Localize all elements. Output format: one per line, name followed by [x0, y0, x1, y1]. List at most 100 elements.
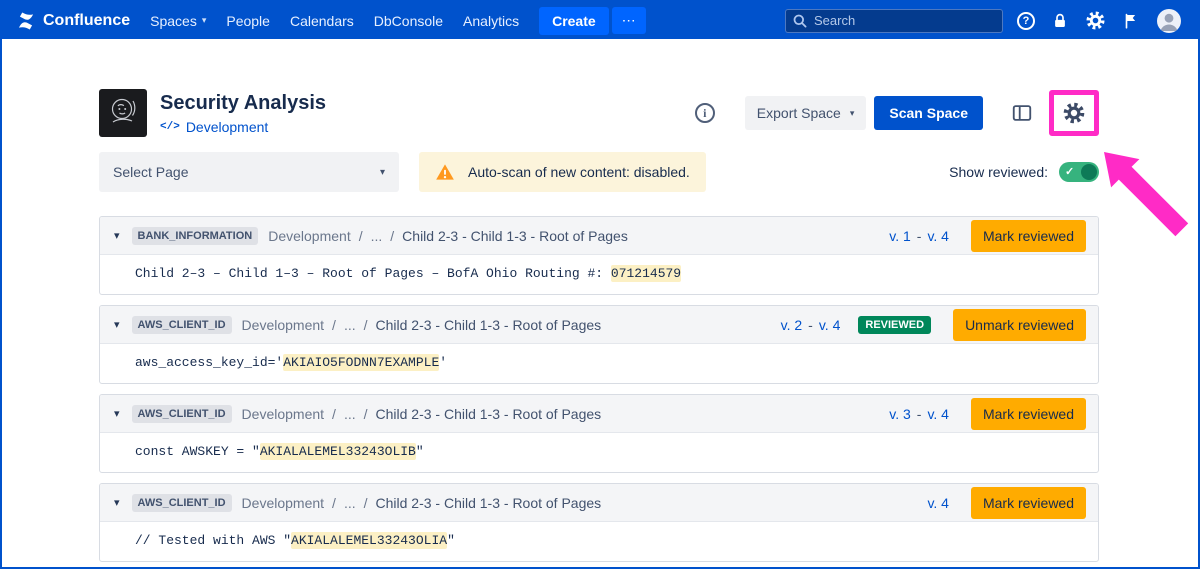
- avatar-icon: [1156, 8, 1182, 34]
- finding-header: ▾ AWS_CLIENT_ID Development / ... / Chil…: [100, 306, 1098, 344]
- mark-reviewed-button[interactable]: Mark reviewed: [971, 220, 1086, 252]
- mark-reviewed-button[interactable]: Mark reviewed: [971, 487, 1086, 519]
- autoscan-warning-banner: Auto-scan of new content: disabled.: [419, 152, 706, 192]
- product-name: Confluence: [43, 12, 130, 30]
- breadcrumb-page[interactable]: Child 2-3 - Child 1-3 - Root of Pages: [376, 495, 602, 511]
- breadcrumb-separator: /: [364, 406, 368, 422]
- chevron-down-icon[interactable]: ▾: [112, 496, 122, 509]
- version-from-link[interactable]: v. 2: [781, 317, 803, 333]
- page: { "colors": { "nav_bar": "#0052CC", "cre…: [0, 0, 1200, 569]
- version-range: v. 3 - v. 4: [889, 406, 949, 422]
- title-block: Security Analysis </> Development: [160, 91, 326, 135]
- lock-button[interactable]: [1051, 12, 1069, 30]
- search-input[interactable]: [785, 9, 1003, 33]
- code-text: // Tested with AWS ": [135, 533, 291, 548]
- nav-item-label: Analytics: [463, 13, 519, 29]
- breadcrumb-separator: /: [364, 495, 368, 511]
- version-to-link[interactable]: v. 4: [819, 317, 841, 333]
- header-icon-buttons: [1007, 90, 1099, 136]
- breadcrumb-ellipsis[interactable]: ...: [344, 317, 356, 333]
- toggle-knob: [1081, 164, 1097, 180]
- breadcrumb-page[interactable]: Child 2-3 - Child 1-3 - Root of Pages: [402, 228, 628, 244]
- finding-type-badge: AWS_CLIENT_ID: [132, 494, 232, 512]
- breadcrumb-space[interactable]: Development: [242, 495, 325, 511]
- code-icon: </>: [160, 121, 180, 133]
- version-dash: -: [917, 228, 922, 244]
- breadcrumb-separator: /: [332, 406, 336, 422]
- space-avatar[interactable]: [99, 89, 147, 137]
- mark-reviewed-button[interactable]: Mark reviewed: [971, 398, 1086, 430]
- breadcrumb: Development / ... / Child 2-3 - Child 1-…: [242, 495, 602, 511]
- breadcrumb-page[interactable]: Child 2-3 - Child 1-3 - Root of Pages: [376, 406, 602, 422]
- version-range: v. 1 - v. 4: [889, 228, 949, 244]
- info-icon[interactable]: i: [695, 103, 715, 123]
- create-button[interactable]: Create: [539, 7, 609, 35]
- breadcrumb-space[interactable]: Development: [242, 406, 325, 422]
- nav-item-calendars[interactable]: Calendars: [280, 7, 364, 35]
- breadcrumb-ellipsis[interactable]: ...: [344, 495, 356, 511]
- nav-item-label: People: [226, 13, 270, 29]
- breadcrumb-ellipsis[interactable]: ...: [371, 228, 383, 244]
- nav-item-people[interactable]: People: [216, 7, 280, 35]
- version-from-link[interactable]: v. 3: [889, 406, 911, 422]
- chevron-down-icon[interactable]: ▾: [112, 229, 122, 242]
- more-menu-button[interactable]: ⋯: [612, 7, 646, 34]
- lock-icon: [1051, 12, 1069, 30]
- header-actions: i Export Space ▾ Scan Space: [695, 90, 1099, 136]
- breadcrumb: Development / ... / Child 2-3 - Child 1-…: [242, 406, 602, 422]
- breadcrumb-separator: /: [359, 228, 363, 244]
- nav-item-analytics[interactable]: Analytics: [453, 7, 529, 35]
- export-space-button[interactable]: Export Space ▾: [745, 96, 867, 130]
- check-icon: ✓: [1065, 167, 1074, 178]
- space-link[interactable]: Development: [186, 119, 269, 135]
- findings-list: ▾ BANK_INFORMATION Development / ... / C…: [99, 216, 1099, 562]
- space-settings-button[interactable]: [1062, 101, 1086, 125]
- version-from-link[interactable]: v. 1: [889, 228, 911, 244]
- admin-settings-button[interactable]: [1085, 10, 1106, 31]
- code-secret-highlight: AKIAIO5FODNN7EXAMPLE: [283, 354, 439, 371]
- export-space-label: Export Space: [757, 105, 841, 121]
- version-to-link[interactable]: v. 4: [927, 228, 949, 244]
- finding-header: ▾ BANK_INFORMATION Development / ... / C…: [100, 217, 1098, 255]
- show-reviewed-toggle[interactable]: ✓: [1059, 162, 1099, 182]
- chevron-down-icon[interactable]: ▾: [112, 407, 122, 420]
- chevron-down-icon: ▾: [202, 15, 207, 26]
- chevron-down-icon[interactable]: ▾: [112, 318, 122, 331]
- version-to-link[interactable]: v. 4: [927, 406, 949, 422]
- version-to-link[interactable]: v. 4: [927, 495, 949, 511]
- code-text: aws_access_key_id=': [135, 355, 283, 370]
- help-icon: ?: [1017, 12, 1035, 30]
- toggle-panels-button[interactable]: [1007, 98, 1037, 128]
- breadcrumb-page[interactable]: Child 2-3 - Child 1-3 - Root of Pages: [376, 317, 602, 333]
- help-button[interactable]: ?: [1017, 12, 1035, 30]
- flag-button[interactable]: [1122, 12, 1140, 30]
- select-page-dropdown[interactable]: Select Page ▾: [99, 152, 399, 192]
- code-text: ': [439, 355, 447, 370]
- code-secret-highlight: 071214579: [611, 265, 681, 282]
- finding-type-badge: AWS_CLIENT_ID: [132, 405, 232, 423]
- nav-item-dbconsole[interactable]: DbConsole: [364, 7, 453, 35]
- breadcrumb-separator: /: [332, 495, 336, 511]
- confluence-logo[interactable]: Confluence: [14, 11, 140, 31]
- breadcrumb-space[interactable]: Development: [242, 317, 325, 333]
- nav-item-spaces[interactable]: Spaces ▾: [140, 7, 216, 35]
- nav-item-label: Calendars: [290, 13, 354, 29]
- version-range: v. 4: [927, 495, 949, 511]
- breadcrumb-separator: /: [390, 228, 394, 244]
- finding-card: ▾ AWS_CLIENT_ID Development / ... / Chil…: [99, 394, 1099, 473]
- chevron-down-icon: ▾: [380, 167, 385, 178]
- user-avatar[interactable]: [1156, 8, 1182, 34]
- annotation-arrow-icon: [1104, 152, 1194, 242]
- nav-item-label: DbConsole: [374, 13, 443, 29]
- space-avatar-art: [99, 89, 147, 137]
- breadcrumb-separator: /: [364, 317, 368, 333]
- warning-icon: [435, 162, 455, 182]
- page-header: Security Analysis </> Development i Expo…: [99, 89, 1099, 137]
- breadcrumb-separator: /: [332, 317, 336, 333]
- breadcrumb-ellipsis[interactable]: ...: [344, 406, 356, 422]
- unmark-reviewed-button[interactable]: Unmark reviewed: [953, 309, 1086, 341]
- code-text: Child 2–3 – Child 1–3 – Root of Pages – …: [135, 266, 611, 281]
- breadcrumb-space[interactable]: Development: [268, 228, 351, 244]
- scan-space-button[interactable]: Scan Space: [874, 96, 983, 130]
- chevron-down-icon: ▾: [850, 108, 855, 119]
